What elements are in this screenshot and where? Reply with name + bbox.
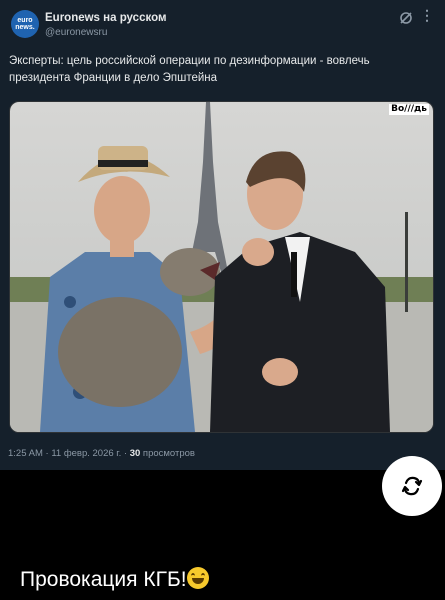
caption-text: Провокация КГБ! [20, 567, 209, 592]
share-fab[interactable] [382, 456, 442, 516]
avatar-line-1: euro [17, 17, 33, 24]
author-handle[interactable]: @euronewsru [45, 27, 107, 38]
caption-label: Провокация КГБ! [20, 568, 187, 591]
views-label: просмотров [142, 448, 195, 459]
post-text: Эксперты: цель российской операции по де… [9, 55, 370, 84]
author-avatar[interactable]: euro news. [11, 10, 39, 38]
photo-illustration [10, 102, 433, 432]
avatar-line-2: news. [15, 24, 35, 31]
post-image[interactable]: Bo///дь [9, 101, 434, 433]
refresh-swap-icon [401, 476, 423, 496]
post-time: 1:25 AM [8, 448, 43, 459]
grok-icon[interactable] [398, 10, 414, 26]
more-options-icon[interactable]: ⋮ [420, 8, 436, 26]
grinning-emoji-icon [186, 567, 209, 589]
author-name[interactable]: Euronews на русском [45, 12, 166, 24]
post-card[interactable]: euro news. Euronews на русском @euronews… [0, 0, 445, 470]
post-meta: 1:25 AM · 11 февр. 2026 г. · 30 просмотр… [8, 448, 195, 459]
views-count: 30 [129, 448, 141, 459]
image-watermark: Bo///дь [389, 104, 429, 115]
post-date: 11 февр. 2026 г. [51, 448, 122, 459]
